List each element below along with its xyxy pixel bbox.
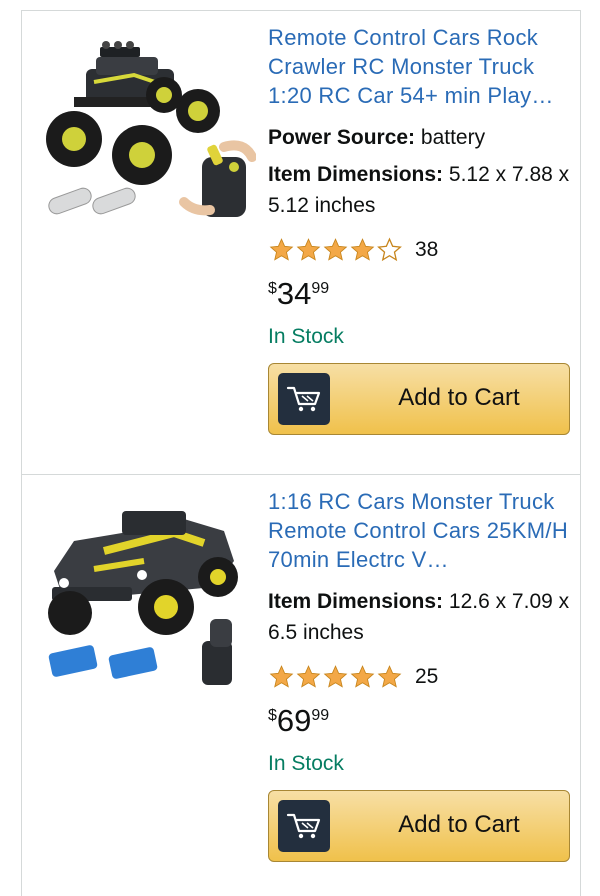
spec-power-source: Power Source: battery bbox=[268, 122, 572, 153]
star-full-icon bbox=[323, 665, 348, 688]
rc-monster-truck-image bbox=[48, 511, 238, 685]
price-fraction: 99 bbox=[311, 280, 330, 297]
star-full-icon bbox=[377, 665, 402, 688]
add-to-cart-button[interactable]: Add to Cart bbox=[268, 363, 570, 435]
product-list: Remote Control Cars Rock Crawler RC Mons… bbox=[0, 0, 600, 896]
price-currency: $ bbox=[268, 707, 277, 724]
product-card[interactable]: Remote Control Cars Rock Crawler RC Mons… bbox=[21, 10, 581, 475]
price-whole: 34 bbox=[276, 276, 312, 311]
star-rating bbox=[268, 237, 403, 263]
spec-item-dimensions: Item Dimensions: 5.12 x 7.88 x 5.12 inch… bbox=[268, 159, 572, 221]
add-to-cart-label: Add to Cart bbox=[398, 384, 520, 411]
star-full-icon bbox=[296, 665, 321, 688]
rating-count[interactable]: 25 bbox=[415, 665, 438, 689]
spec-label: Item Dimensions: bbox=[268, 590, 444, 613]
spec-value: battery bbox=[420, 126, 486, 149]
star-full-icon bbox=[269, 665, 294, 688]
product-image[interactable] bbox=[34, 27, 257, 227]
product-title-link[interactable]: Remote Control Cars Rock Crawler RC Mons… bbox=[268, 23, 572, 110]
star-full-icon bbox=[296, 238, 321, 261]
star-full-icon bbox=[323, 238, 348, 261]
star-empty-icon bbox=[377, 237, 402, 262]
stock-status: In Stock bbox=[268, 752, 344, 775]
add-to-cart-label: Add to Cart bbox=[398, 811, 520, 838]
price-currency: $ bbox=[268, 280, 277, 297]
star-full-icon bbox=[269, 238, 294, 261]
product-info: Remote Control Cars Rock Crawler RC Mons… bbox=[268, 23, 572, 435]
rating-count[interactable]: 38 bbox=[415, 238, 438, 262]
star-full-icon bbox=[350, 238, 375, 261]
price-whole: 69 bbox=[276, 703, 312, 738]
rc-crawler-image bbox=[46, 41, 257, 217]
rating[interactable]: 38 bbox=[268, 235, 572, 265]
star-rating bbox=[268, 664, 403, 690]
rating[interactable]: 25 bbox=[268, 662, 572, 692]
price-fraction: 99 bbox=[311, 707, 330, 724]
product-info: 1:16 RC Cars Monster Truck Remote Contro… bbox=[268, 487, 572, 862]
spec-label: Item Dimensions: bbox=[268, 163, 444, 186]
price: $ 34 99 bbox=[268, 275, 572, 315]
product-image[interactable] bbox=[34, 491, 256, 691]
spec-item-dimensions: Item Dimensions: 12.6 x 7.09 x 6.5 inche… bbox=[268, 586, 572, 648]
cart-icon bbox=[278, 373, 330, 425]
spec-label: Power Source: bbox=[268, 126, 416, 149]
product-title-link[interactable]: 1:16 RC Cars Monster Truck Remote Contro… bbox=[268, 487, 572, 574]
stock-status: In Stock bbox=[268, 325, 344, 348]
star-full-icon bbox=[350, 665, 375, 688]
add-to-cart-button[interactable]: Add to Cart bbox=[268, 790, 570, 862]
cart-icon bbox=[278, 800, 330, 852]
price: $ 69 99 bbox=[268, 702, 572, 742]
product-card[interactable]: 1:16 RC Cars Monster Truck Remote Contro… bbox=[21, 474, 581, 896]
